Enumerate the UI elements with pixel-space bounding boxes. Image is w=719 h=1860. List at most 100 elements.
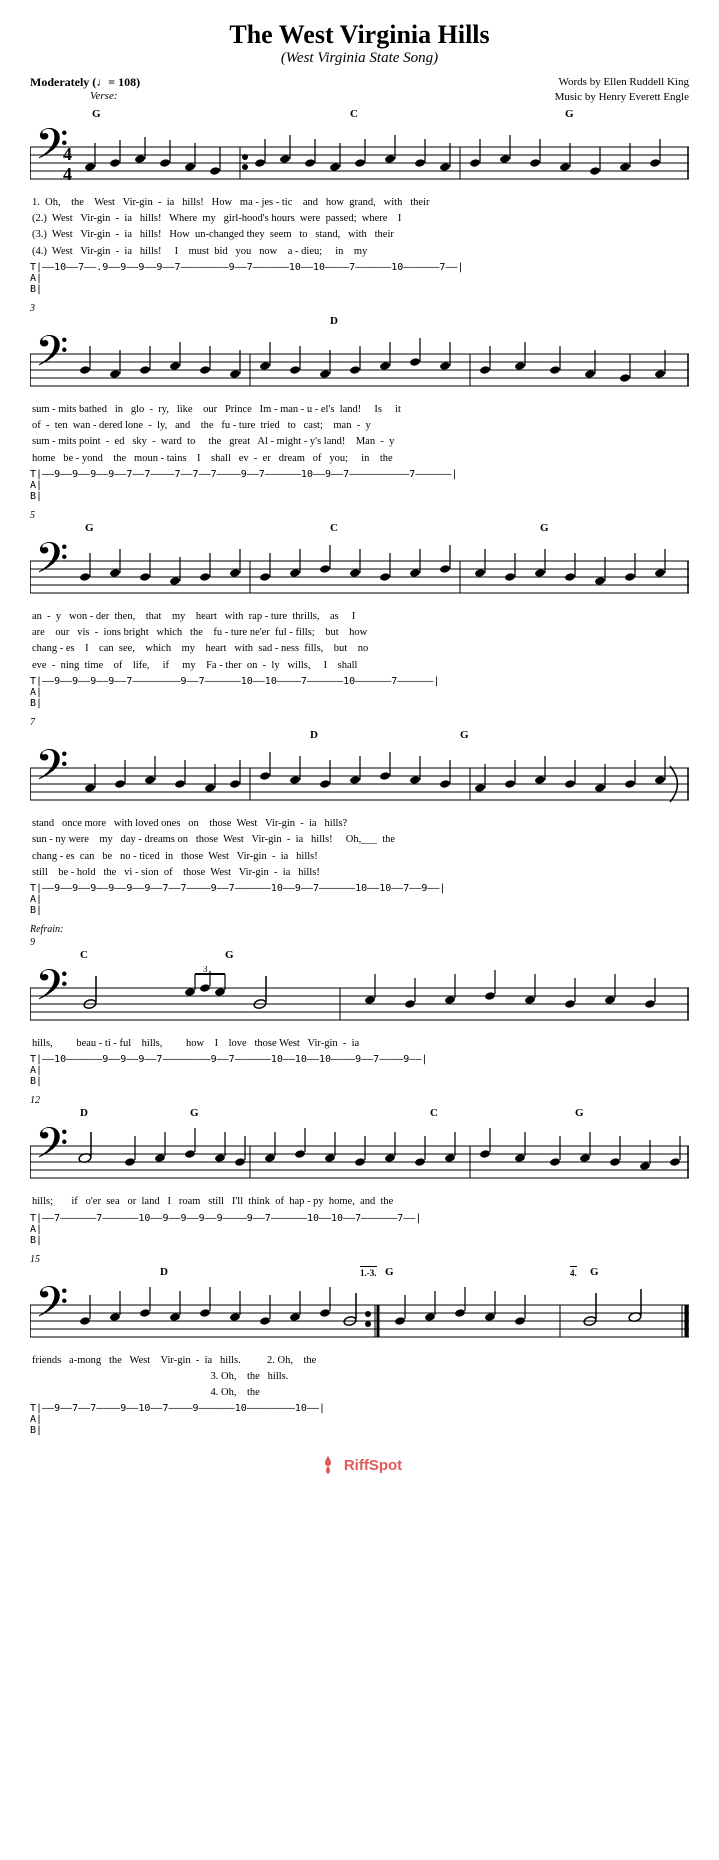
lyrics-line-1b: (2.) West Vir-gin - ia hills! Where my g…	[32, 211, 689, 227]
tab-5: T|——10——————9——9——9——7————————9——7——————…	[30, 1054, 689, 1087]
system-6: 12 D G C G 𝄢	[30, 1095, 689, 1245]
lyrics-line-1a: 1. Oh, the West Vir-gin - ia hills! How …	[32, 195, 689, 211]
chord-G-10: G	[590, 1266, 599, 1278]
chord-G-2: G	[565, 108, 574, 120]
page: The West Virginia Hills (West Virginia S…	[0, 0, 719, 1496]
chord-C-1: C	[350, 108, 358, 120]
chord-row-6: D G C G	[30, 1107, 689, 1123]
system-number-5: 9	[30, 937, 689, 948]
lyrics-5: hills, beau - ti - ful hills, how I love…	[30, 1036, 689, 1052]
tab-4: T|——9——9——9——9——9——9——7——7————9——7——————…	[30, 883, 689, 916]
lyrics-line-3b: are our vis - ions bright which the fu -…	[32, 625, 689, 641]
lyrics-3: an - y won - der then, that my heart wit…	[30, 609, 689, 674]
system-2: 3 D 𝄢	[30, 303, 689, 502]
sub-title: (West Virginia State Song)	[30, 50, 689, 67]
chord-row-3: G C G	[30, 522, 689, 538]
lyrics-line-2b: of - ten wan - dered lone - ly, and the …	[32, 418, 689, 434]
system-3: 5 G C G 𝄢	[30, 510, 689, 709]
chord-row-5: C G	[30, 949, 689, 965]
system-number-7: 15	[30, 1254, 689, 1265]
title-section: The West Virginia Hills (West Virginia S…	[30, 20, 689, 67]
tab-7: T|——9——7——7————9——10——7————9——————10————…	[30, 1403, 689, 1436]
tab-2: T|——9——9——9——9——7——7————7——7——7————9——7—…	[30, 469, 689, 502]
tab-1: T|——10——7——.9——9——9——9——7————————9——7———…	[30, 262, 689, 295]
lyrics-line-2d: home be - yond the moun - tains I shall …	[32, 451, 689, 467]
chord-G-6: G	[225, 949, 234, 961]
lyrics-line-6a: hills; if o'er sea or land I roam still …	[32, 1194, 689, 1210]
chord-row-1: G C G	[30, 108, 689, 124]
lyrics-line-5a: hills, beau - ti - ful hills, how I love…	[32, 1036, 689, 1052]
chord-D-7: D	[160, 1266, 168, 1278]
tab-3: T|——9——9——9——9——7————————9——7——————10——1…	[30, 676, 689, 709]
riffspot-footer: RiffSpot	[30, 1446, 689, 1486]
chord-D-4: D	[310, 729, 318, 741]
tempo: Moderately (♩= 108)	[30, 75, 140, 90]
system-5: Refrain: 9 C G 𝄢 3	[30, 924, 689, 1087]
lyrics-line-3a: an - y won - der then, that my heart wit…	[32, 609, 689, 625]
lyrics-line-1d: (4.) West Vir-gin - ia hills! I must bid…	[32, 244, 689, 260]
credits-right: Words by Ellen Ruddell King Music by Hen…	[555, 75, 689, 106]
riffspot-flame-icon	[317, 1454, 339, 1476]
system-number-2: 3	[30, 303, 689, 314]
lyrics-line-2c: sum - mits point - ed sky - ward to the …	[32, 434, 689, 450]
staff-svg-6: 𝄢	[30, 1124, 689, 1194]
system-number-4: 7	[30, 717, 689, 728]
lyrics-line-4a: stand once more with loved ones on those…	[32, 816, 689, 832]
system-1: G C G 𝄢 4 4	[30, 108, 689, 295]
staff-svg-2: 𝄢	[30, 332, 689, 402]
lyrics-line-2a: sum - mits bathed in glo - ry, like our …	[32, 402, 689, 418]
chord-G-1: G	[92, 108, 101, 120]
svg-text:4: 4	[63, 164, 72, 184]
system-7: 15 D 1.-3. G 4. G 𝄢	[30, 1254, 689, 1437]
tempo-and-verse: Moderately (♩= 108) Verse:	[30, 75, 140, 102]
svg-text:3: 3	[203, 966, 208, 974]
lyrics-1: 1. Oh, the West Vir-gin - ia hills! How …	[30, 195, 689, 260]
chord-G-8: G	[575, 1107, 584, 1119]
main-title: The West Virginia Hills	[30, 20, 689, 50]
lyrics-6: hills; if o'er sea or land I roam still …	[30, 1194, 689, 1210]
music-credit: Music by Henry Everett Engle	[555, 90, 689, 105]
chord-C-5: C	[80, 949, 88, 961]
bracket-1-3: 1.-3.	[360, 1266, 377, 1278]
chord-row-7: D 1.-3. G 4. G	[30, 1266, 689, 1282]
chord-row-2: D	[30, 315, 689, 331]
verse-label: Verse:	[90, 90, 140, 102]
lyrics-4: stand once more with loved ones on those…	[30, 816, 689, 881]
staff-svg-5: 𝄢 3	[30, 966, 689, 1036]
system-number-3: 5	[30, 510, 689, 521]
staff-svg-3: 𝄢	[30, 539, 689, 609]
credits-row: Moderately (♩= 108) Verse: Words by Elle…	[30, 75, 689, 106]
bracket-4: 4.	[570, 1266, 577, 1278]
lyrics-line-4d: still be - hold the vi - sion of those W…	[32, 865, 689, 881]
refrain-label: Refrain:	[30, 924, 689, 935]
lyrics-line-4b: sun - ny were my day - dreams on those W…	[32, 832, 689, 848]
staff-svg-7: 𝄢	[30, 1283, 689, 1353]
system-4: 7 D G 𝄢	[30, 717, 689, 916]
lyrics-7: friends a-mong the West Vir-gin - ia hil…	[30, 1353, 689, 1402]
staff-svg-4: 𝄢	[30, 746, 689, 816]
lyrics-line-7c: 4. Oh, the	[32, 1385, 689, 1401]
lyrics-line-7b: 3. Oh, the hills.	[32, 1369, 689, 1385]
chord-C-3: C	[330, 522, 338, 534]
lyrics-2: sum - mits bathed in glo - ry, like our …	[30, 402, 689, 467]
chord-C-6: C	[430, 1107, 438, 1119]
lyrics-line-1c: (3.) West Vir-gin - ia hills! How un-cha…	[32, 227, 689, 243]
chord-G-3: G	[85, 522, 94, 534]
chord-G-5: G	[460, 729, 469, 741]
system-number-6: 12	[30, 1095, 689, 1106]
riffspot-brand-name: RiffSpot	[344, 1457, 402, 1474]
tab-6: T|——7——————7——————10——9——9——9——9————9——7…	[30, 1213, 689, 1246]
lyrics-line-3c: chang - es I can see, which my heart wit…	[32, 641, 689, 657]
chord-D-6: D	[80, 1107, 88, 1119]
chord-G-7: G	[190, 1107, 199, 1119]
lyrics-line-4c: chang - es can be no - ticed in those We…	[32, 849, 689, 865]
words-credit: Words by Ellen Ruddell King	[555, 75, 689, 90]
chord-G-9: G	[385, 1266, 394, 1278]
lyrics-line-3d: eve - ning time of life, if my Fa - ther…	[32, 658, 689, 674]
staff-svg-1: 𝄢 4 4	[30, 125, 689, 195]
riffspot-logo: RiffSpot	[317, 1454, 402, 1476]
chord-D-2: D	[330, 315, 338, 327]
chord-G-4: G	[540, 522, 549, 534]
lyrics-line-7a: friends a-mong the West Vir-gin - ia hil…	[32, 1353, 689, 1369]
chord-row-4: D G	[30, 729, 689, 745]
